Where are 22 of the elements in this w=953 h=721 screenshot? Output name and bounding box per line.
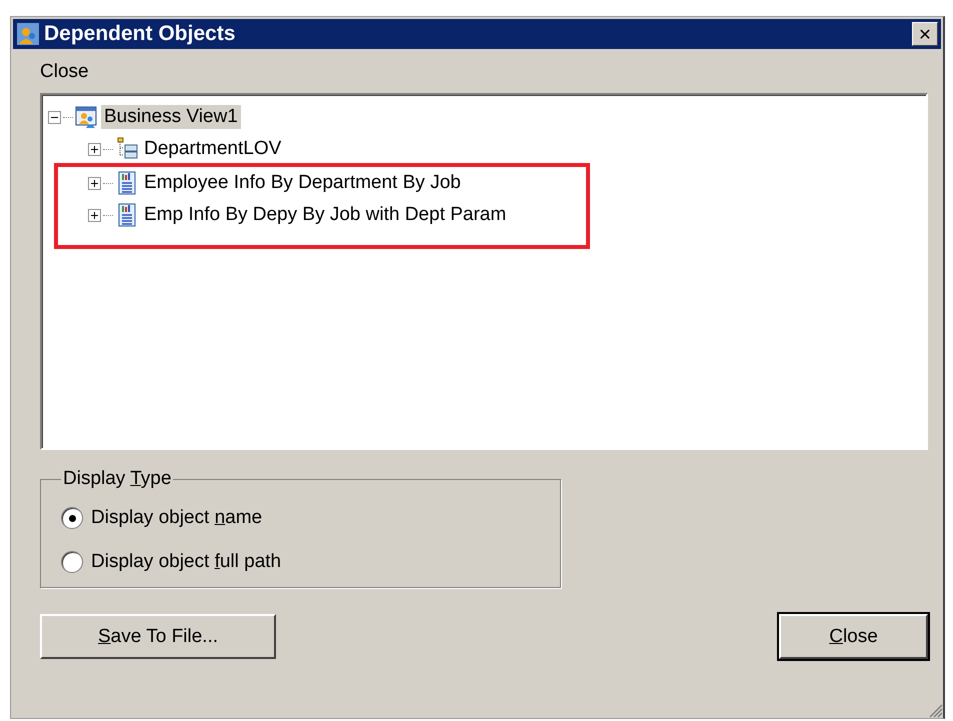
radio-label[interactable]: Display object name (91, 507, 262, 529)
expand-button[interactable] (88, 176, 101, 190)
close-button[interactable]: ✕ (912, 22, 938, 46)
app-icon (16, 22, 40, 46)
radio-label[interactable]: Display object full path (91, 551, 282, 573)
business-view-icon (75, 105, 99, 129)
tree-item[interactable]: Business View1 (101, 105, 241, 129)
tree-item[interactable]: DepartmentLOV (141, 137, 284, 161)
expand-button[interactable] (88, 142, 101, 156)
menu-item[interactable]: Close (40, 61, 928, 83)
radio-button[interactable] (61, 551, 83, 573)
group-label: Display Type (62, 468, 172, 490)
save-button[interactable]: Save To File... (40, 614, 276, 659)
collapse-button[interactable] (48, 110, 61, 124)
close-button[interactable]: Close (779, 614, 928, 659)
radio-button[interactable] (61, 507, 83, 529)
resize-grip-icon[interactable] (927, 702, 943, 718)
list-icon (115, 137, 139, 161)
expand-button[interactable] (88, 208, 101, 222)
window-title: Dependent Objects (44, 22, 236, 46)
tree-item[interactable]: Employee Info By Department By Job (141, 171, 464, 195)
tree-item[interactable]: Emp Info By Depy By Job with Dept Param (141, 203, 510, 227)
